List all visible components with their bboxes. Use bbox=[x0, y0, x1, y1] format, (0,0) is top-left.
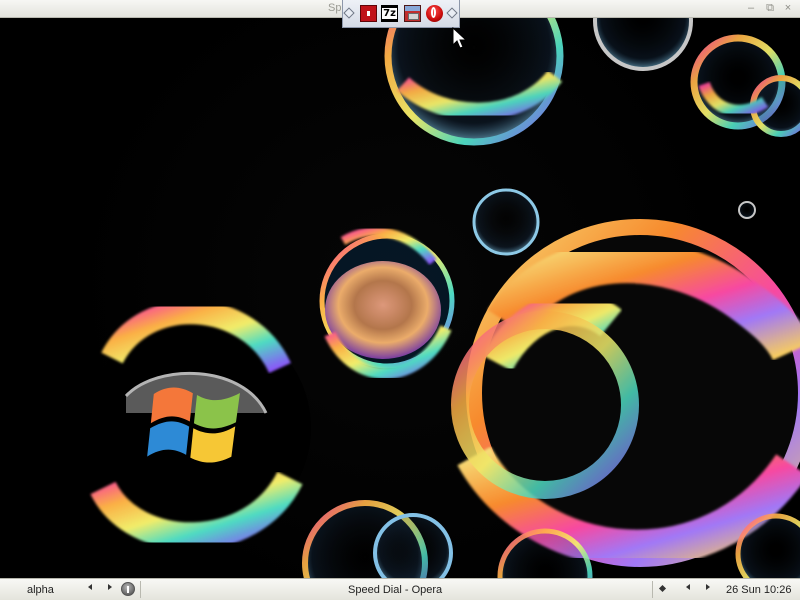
window-title-partial: Sp bbox=[328, 2, 342, 14]
clock[interactable]: 26 Sun 10:26 bbox=[726, 580, 791, 600]
right-grip-icon[interactable] bbox=[446, 7, 458, 19]
mouse-cursor-icon bbox=[452, 27, 468, 49]
quick-launch-toolbar: 7z bbox=[342, 0, 460, 28]
minimize-icon[interactable]: – bbox=[744, 1, 758, 15]
restore-icon[interactable]: ⧉ bbox=[763, 1, 777, 15]
pdf-icon[interactable] bbox=[360, 5, 377, 22]
top-center-bubble bbox=[384, 18, 564, 146]
close-icon[interactable]: × bbox=[781, 1, 795, 15]
opera-icon[interactable] bbox=[426, 5, 443, 22]
mid-marbled-bubble bbox=[319, 227, 455, 379]
left-arrow-icon[interactable] bbox=[88, 584, 92, 590]
seven-zip-label: 7z bbox=[382, 8, 397, 19]
top-right-bubble-pair bbox=[593, 18, 800, 137]
desktop-name[interactable]: alpha bbox=[27, 580, 54, 600]
windows-logo bbox=[147, 387, 240, 463]
info-icon[interactable] bbox=[121, 582, 135, 596]
tray-left-arrow-icon[interactable] bbox=[686, 584, 690, 590]
seven-zip-icon[interactable]: 7z bbox=[381, 5, 398, 22]
active-window-label[interactable]: Speed Dial - Opera bbox=[348, 580, 442, 600]
tray-diamond-icon[interactable] bbox=[658, 584, 667, 593]
left-grip-icon[interactable] bbox=[343, 7, 355, 19]
right-arrow-icon[interactable] bbox=[108, 584, 112, 590]
bubble-wallpaper bbox=[87, 18, 800, 578]
large-swirl-bubble bbox=[451, 219, 800, 568]
desktop-background bbox=[0, 18, 800, 578]
taskbar: alpha Speed Dial - Opera 26 Sun 10:26 bbox=[0, 578, 800, 600]
taskbar-divider-left bbox=[140, 581, 141, 598]
tray-right-arrow-icon[interactable] bbox=[706, 584, 710, 590]
taskbar-divider-right bbox=[652, 581, 653, 598]
desktop-screen: Sp – ⧉ × 7z alpha Speed Dial - Opera 26 … bbox=[0, 0, 800, 600]
toolbox-icon[interactable] bbox=[404, 5, 421, 22]
